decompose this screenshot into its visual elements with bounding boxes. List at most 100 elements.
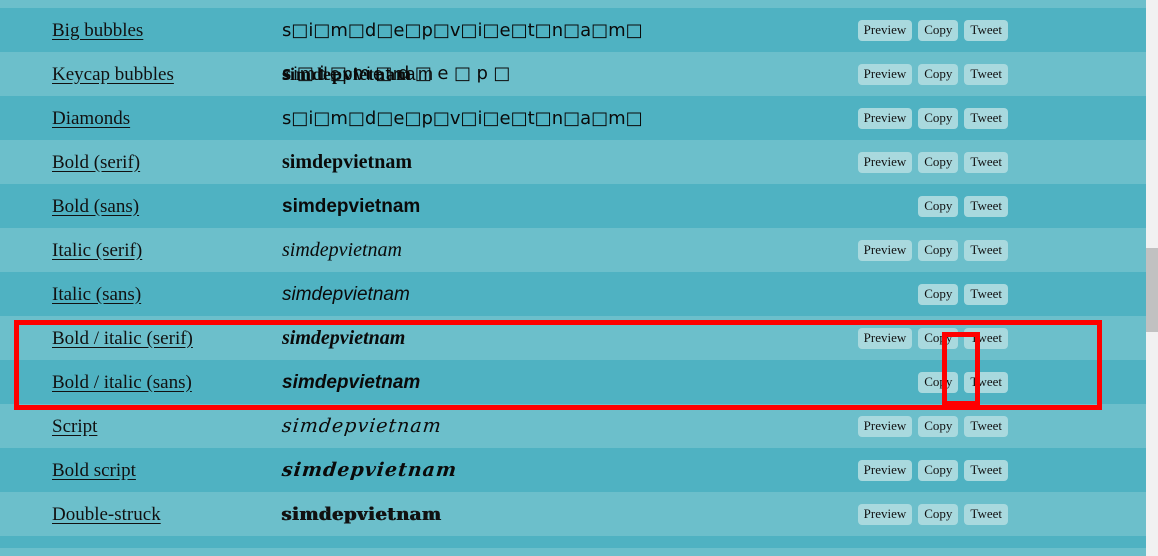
copy-button[interactable]: Copy (918, 415, 959, 437)
style-name-cell: Bold / italic (serif) (0, 329, 282, 348)
style-name-link[interactable]: Italic (sans) (52, 284, 141, 305)
style-sample-text-overlapped: s□i□m□d□e□p□ simdepvietnam simdepvietnam (282, 64, 510, 85)
style-name-link[interactable]: Big bubbles (52, 20, 143, 41)
style-name-link[interactable]: Script (52, 416, 97, 437)
style-sample-text: simdepvietnam (280, 458, 459, 481)
copy-button[interactable]: Copy (918, 327, 959, 349)
style-name-link[interactable]: Bold (sans) (52, 196, 139, 217)
table-row[interactable]: Bold (serif) simdepvietnam Preview Copy … (0, 140, 1146, 184)
table-row[interactable]: Bold script simdepvietnam Preview Copy T… (0, 448, 1146, 492)
style-name-cell: Big bubbles (0, 21, 282, 40)
style-name-cell: Diamonds (0, 109, 282, 128)
table-row[interactable]: Bold (sans) simdepvietnam Preview Copy T… (0, 184, 1146, 228)
preview-button[interactable]: Preview (857, 327, 913, 349)
tweet-button[interactable]: Tweet (964, 19, 1008, 41)
style-sample-text: simdepvietnam (282, 371, 421, 393)
tweet-button[interactable]: Tweet (964, 503, 1008, 525)
style-name-cell: Bold (sans) (0, 197, 282, 216)
style-name-cell: Bold script (0, 461, 282, 480)
preview-button[interactable]: Preview (857, 107, 913, 129)
table-row-partial-bottom (0, 536, 1146, 548)
preview-button[interactable]: Preview (857, 239, 913, 261)
font-style-table: Big bubbles s□i□m□d□e□p□v□i□e□t□n□a□m□ P… (0, 0, 1146, 548)
tweet-button[interactable]: Tweet (964, 459, 1008, 481)
preview-button[interactable]: Preview (857, 19, 913, 41)
style-name-link[interactable]: Bold / italic (serif) (52, 328, 193, 349)
copy-button[interactable]: Copy (918, 19, 959, 41)
preview-button[interactable]: Preview (857, 503, 913, 525)
tweet-button[interactable]: Tweet (964, 371, 1008, 393)
style-sample-text: s□i□m□d□e□p□v□i□e□t□n□a□m□ (282, 19, 643, 41)
scrollbar-thumb[interactable] (1146, 248, 1158, 332)
style-name-link[interactable]: Keycap bubbles (52, 64, 174, 85)
row-actions: Preview Copy Tweet (857, 459, 1146, 481)
copy-button[interactable]: Copy (918, 151, 959, 173)
table-row[interactable]: Script simdepvietnam Preview Copy Tweet (0, 404, 1146, 448)
style-sample-text: simdepvietnam (280, 414, 443, 437)
style-sample-cell: simdepvietnam (282, 197, 858, 216)
row-actions: Preview Copy Tweet (857, 19, 1146, 41)
table-row[interactable]: Keycap bubbles s□i□m□d□e□p□ simdepvietna… (0, 52, 1146, 96)
tweet-button[interactable]: Tweet (964, 63, 1008, 85)
table-row[interactable]: Diamonds s□i□m□d□e□p□v□i□e□t□n□a□m□ Prev… (0, 96, 1146, 140)
style-sample-cell: simdepvietnam (282, 240, 858, 260)
tweet-button[interactable]: Tweet (964, 415, 1008, 437)
style-name-link[interactable]: Diamonds (52, 108, 130, 129)
copy-button[interactable]: Copy (918, 239, 959, 261)
app-root: Big bubbles s□i□m□d□e□p□v□i□e□t□n□a□m□ P… (0, 0, 1158, 556)
copy-button[interactable]: Copy (918, 371, 959, 393)
style-sample-text: simdepvietnam (282, 283, 410, 305)
row-actions: Preview Copy Tweet (857, 327, 1146, 349)
style-name-link[interactable]: Bold / italic (sans) (52, 372, 192, 393)
table-row-highlighted[interactable]: Bold / italic (sans) simdepvietnam Previ… (0, 360, 1146, 404)
row-actions: Preview Copy Tweet (858, 371, 1146, 393)
style-sample-cell: simdepvietnam (280, 458, 858, 481)
style-sample-cell: simdepvietnam (282, 505, 858, 524)
style-sample-cell: simdepvietnam (282, 373, 858, 392)
table-row[interactable]: Big bubbles s□i□m□d□e□p□v□i□e□t□n□a□m□ P… (0, 8, 1146, 52)
row-actions: Preview Copy Tweet (857, 63, 1146, 85)
style-name-link[interactable]: Bold script (52, 460, 136, 481)
table-row[interactable]: Italic (serif) simdepvietnam Preview Cop… (0, 228, 1146, 272)
table-row[interactable]: Double-struck simdepvietnam Preview Copy… (0, 492, 1146, 536)
style-name-link[interactable]: Italic (serif) (52, 240, 142, 261)
preview-button[interactable]: Preview (857, 63, 913, 85)
preview-button[interactable]: Preview (857, 415, 913, 437)
copy-button[interactable]: Copy (918, 283, 959, 305)
table-row[interactable]: Italic (sans) simdepvietnam Preview Copy… (0, 272, 1146, 316)
copy-button[interactable]: Copy (918, 195, 959, 217)
tweet-button[interactable]: Tweet (964, 239, 1008, 261)
style-sample-cell: s□i□m□d□e□p□ simdepvietnam simdepvietnam (282, 64, 858, 85)
row-actions: Preview Copy Tweet (857, 107, 1146, 129)
copy-button[interactable]: Copy (918, 107, 959, 129)
style-name-cell: Italic (sans) (0, 285, 282, 304)
style-sample-text: simdepvietnam (282, 239, 402, 261)
copy-button[interactable]: Copy (918, 459, 959, 481)
preview-button[interactable]: Preview (857, 459, 913, 481)
row-actions: Preview Copy Tweet (857, 415, 1146, 437)
style-sample-cell: s□i□m□d□e□p□v□i□e□t□n□a□m□ (282, 109, 858, 128)
tweet-button[interactable]: Tweet (964, 283, 1008, 305)
style-name-cell: Keycap bubbles (0, 65, 282, 84)
style-sample-overlay-c: simdepvietnam (282, 64, 436, 85)
tweet-button[interactable]: Tweet (964, 151, 1008, 173)
tweet-button[interactable]: Tweet (964, 327, 1008, 349)
copy-button[interactable]: Copy (918, 63, 959, 85)
style-name-cell: Italic (serif) (0, 241, 282, 260)
preview-button[interactable]: Preview (857, 151, 913, 173)
row-actions: Preview Copy Tweet (858, 283, 1146, 305)
tweet-button[interactable]: Tweet (964, 195, 1008, 217)
table-row-highlighted[interactable]: Bold / italic (serif) simdepvietnam Prev… (0, 316, 1146, 360)
table-row-partial-top (0, 0, 1146, 8)
style-name-link[interactable]: Bold (serif) (52, 152, 140, 173)
row-actions: Preview Copy Tweet (858, 195, 1146, 217)
style-sample-text: simdepvietnam (282, 327, 406, 349)
row-actions: Preview Copy Tweet (857, 239, 1146, 261)
style-sample-cell: simdepvietnam (282, 285, 858, 304)
style-sample-cell: simdepvietnam (282, 328, 858, 348)
row-actions: Preview Copy Tweet (857, 151, 1146, 173)
tweet-button[interactable]: Tweet (964, 107, 1008, 129)
copy-button[interactable]: Copy (918, 503, 959, 525)
vertical-scrollbar[interactable] (1146, 0, 1158, 556)
style-name-link[interactable]: Double-struck (52, 504, 161, 525)
